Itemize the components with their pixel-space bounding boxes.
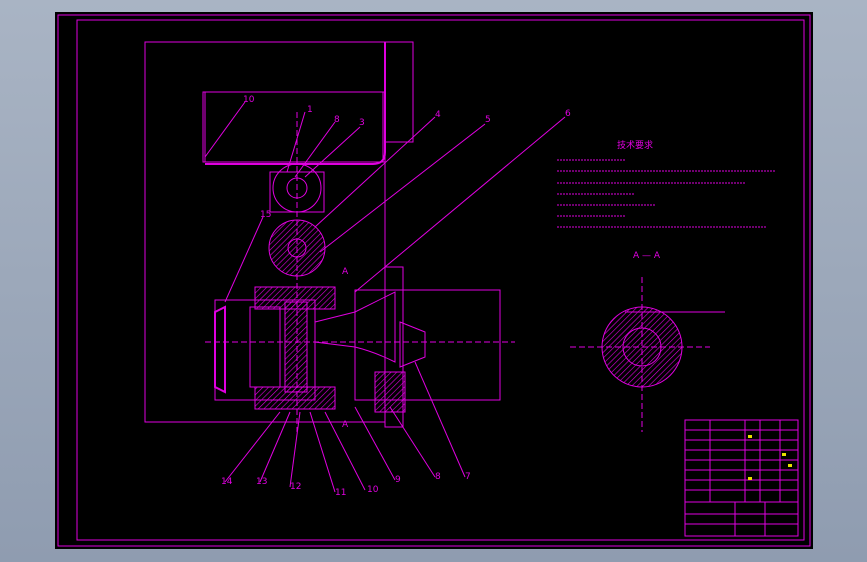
balloon-11: 11	[335, 488, 346, 498]
hub-nut	[399, 321, 426, 368]
balloon-4: 4	[435, 110, 441, 120]
section-arrow-a-bottom: A	[342, 420, 349, 430]
balloon-8-bottom: 8	[435, 472, 441, 482]
section-shaft	[601, 306, 683, 388]
title-block	[684, 419, 799, 537]
bracket-plate	[384, 41, 414, 143]
balloon-7: 7	[465, 472, 471, 482]
balloon-8-top: 8	[334, 115, 340, 125]
outer-border	[57, 14, 811, 547]
tech-requirements-lines	[557, 159, 775, 228]
bracket-outline	[145, 41, 386, 163]
section-arrow-a-top: A	[342, 267, 349, 277]
cad-viewport[interactable]: 10 1 8 3 4 5 6 15 14 13 12 11 10 9 8 7 A…	[55, 12, 813, 549]
balloon-10-top: 10	[243, 95, 255, 105]
assembly-envelope	[144, 41, 386, 423]
inner-border	[76, 19, 805, 541]
balloon-14: 14	[221, 477, 233, 487]
balloon-15: 15	[260, 210, 271, 220]
balloon-1: 1	[307, 105, 313, 115]
flange-base	[374, 371, 406, 413]
drum	[249, 306, 281, 388]
balloon-5: 5	[485, 115, 491, 125]
balloon-13: 13	[256, 477, 267, 487]
pulley-rim	[214, 305, 226, 394]
section-view-label: A — A	[633, 251, 661, 261]
balloon-6: 6	[565, 109, 571, 119]
assembly-drawing: 10 1 8 3 4 5 6 15 14 13 12 11 10 9 8 7 A…	[57, 14, 811, 547]
tech-requirements-title: 技术要求	[617, 139, 653, 151]
balloon-3: 3	[359, 118, 365, 128]
balloon-12: 12	[290, 482, 301, 492]
bearing-left	[284, 301, 308, 393]
balloon-9: 9	[395, 475, 401, 485]
balloon-10-bottom: 10	[367, 485, 379, 495]
